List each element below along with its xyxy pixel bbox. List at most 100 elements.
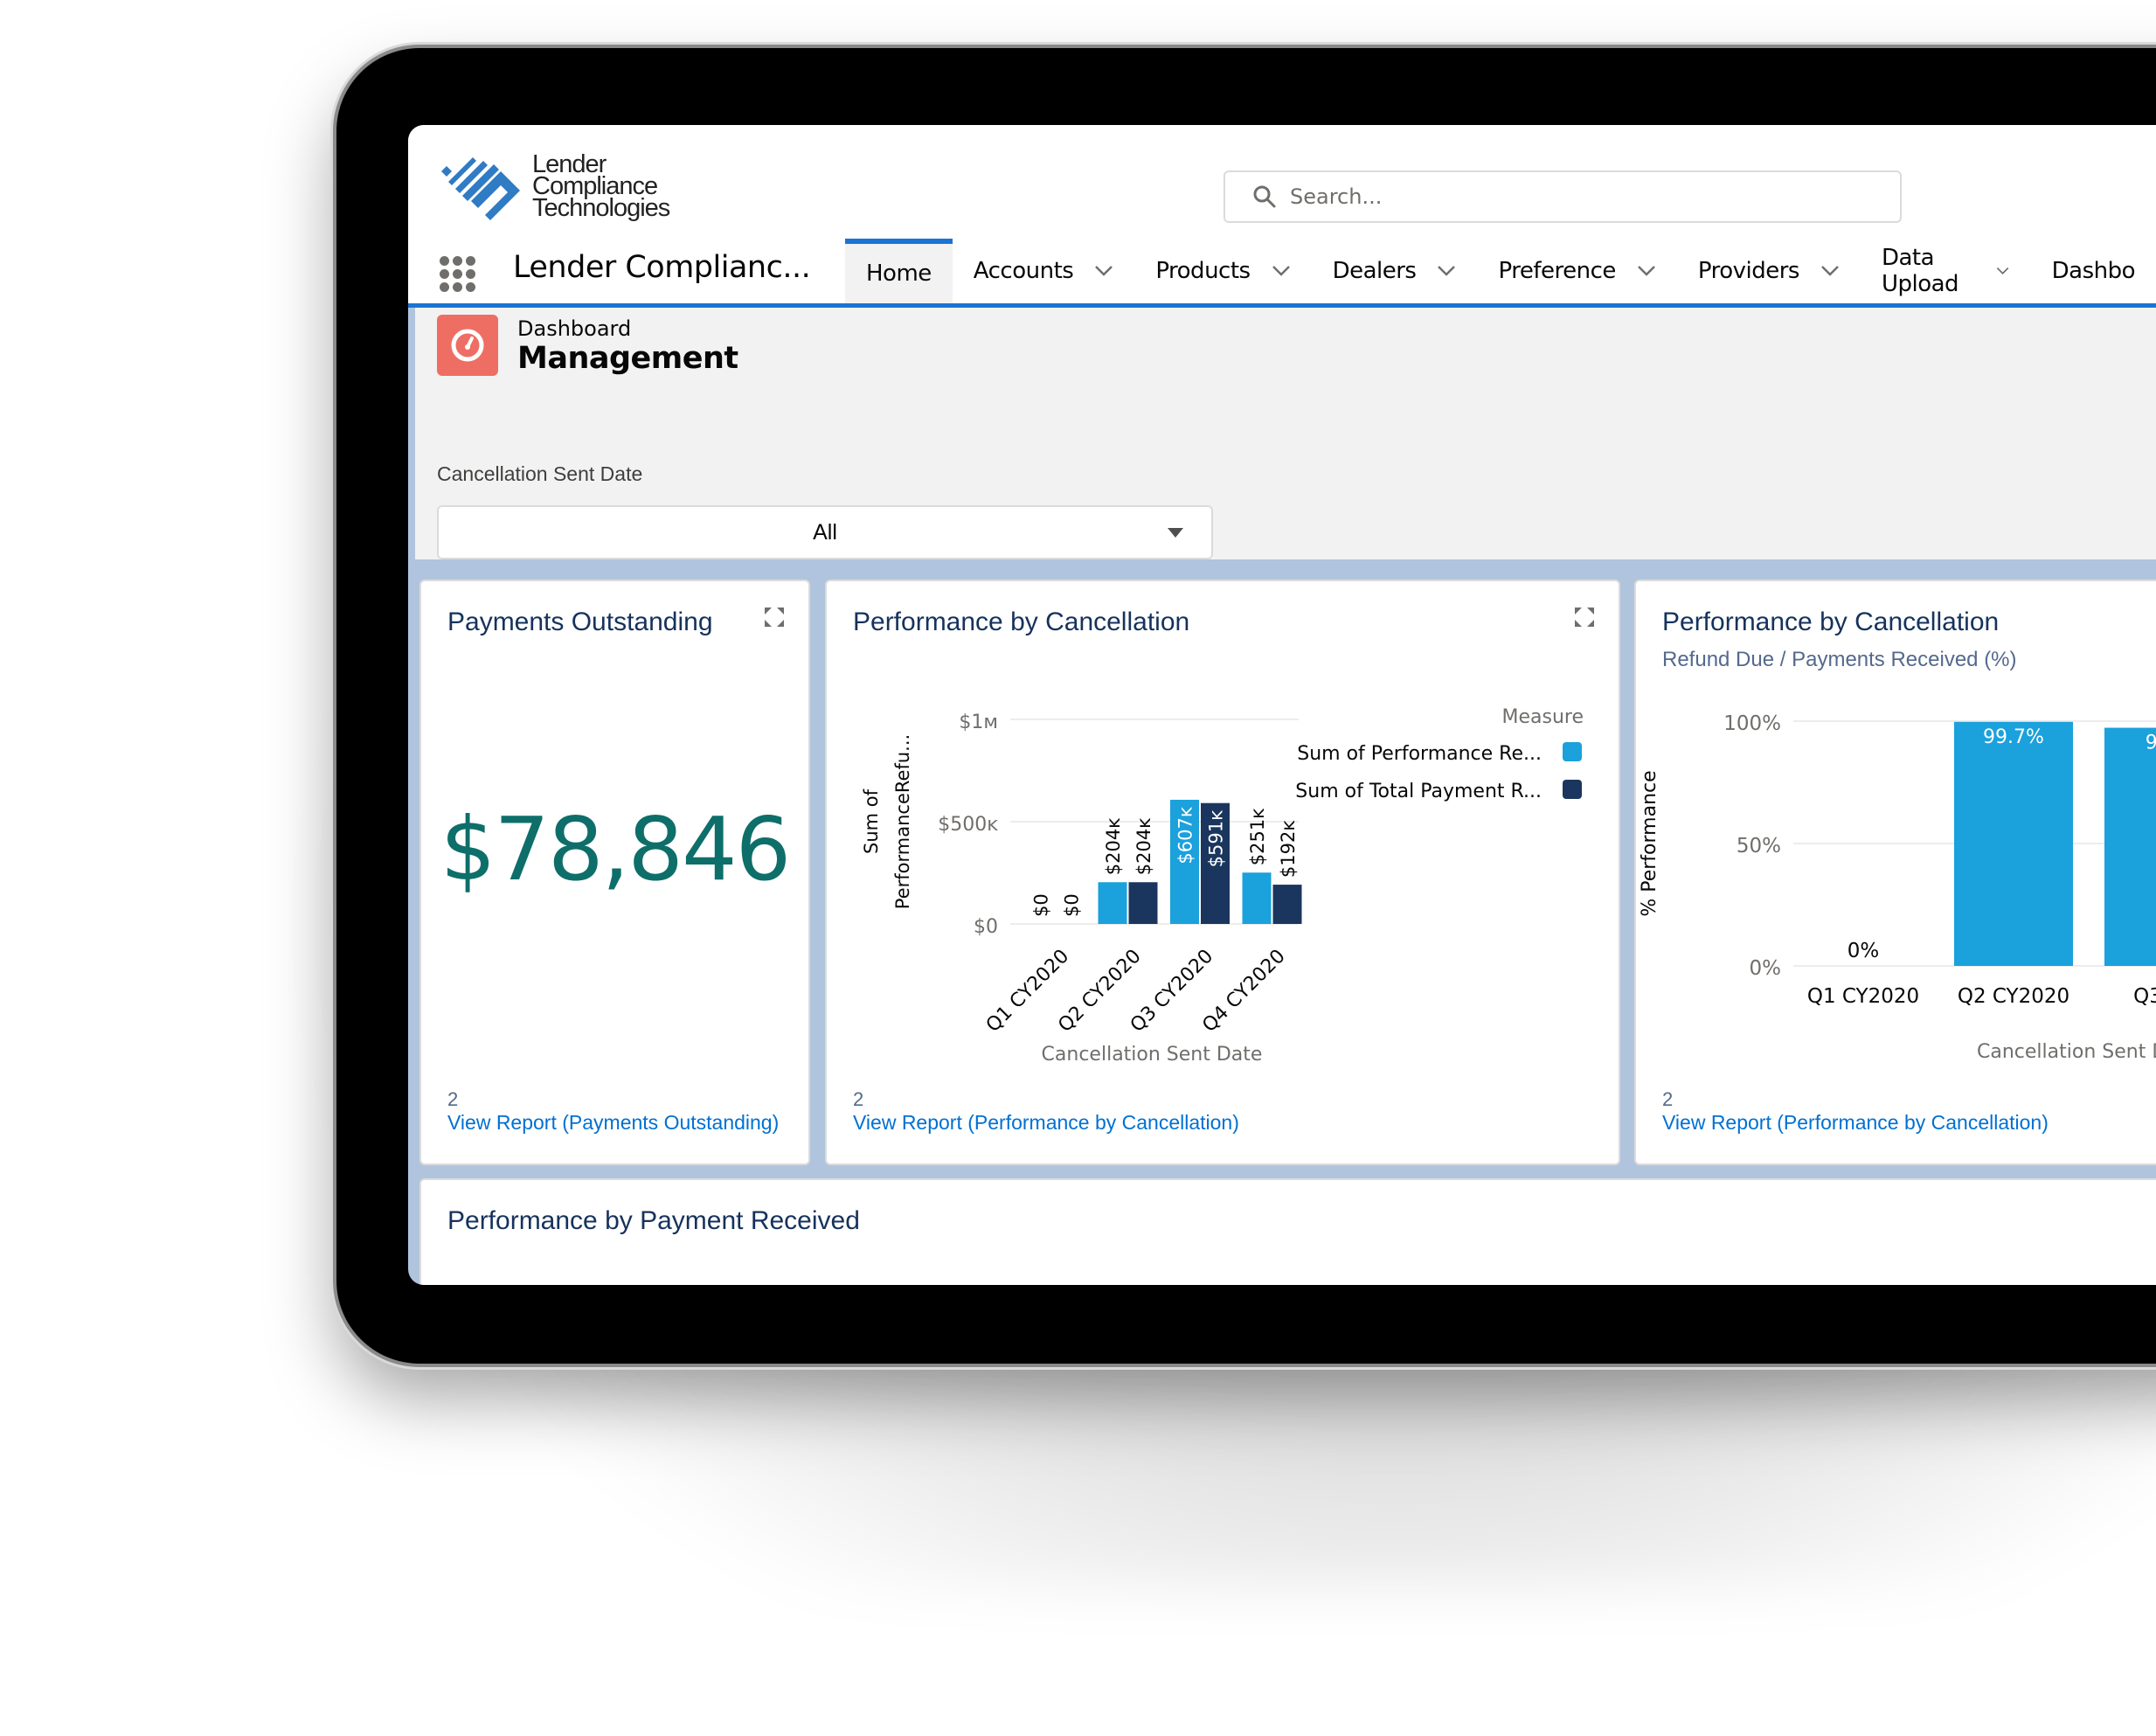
y-axis-label-line: PerformanceRefu... [892, 734, 913, 909]
dashboard-icon [437, 315, 498, 376]
nav-bar: Lender Complianc... Home Accounts Products… [408, 239, 2156, 303]
nav-tab-label: Preference [1498, 258, 1616, 284]
caret-down-icon [1168, 528, 1183, 538]
logo-line: Technologies [532, 193, 670, 222]
nav-tab-home[interactable]: Home [845, 239, 953, 303]
data-label: $204ᴋ [1103, 817, 1124, 875]
performance-by-payment-card: Performance by Payment Received [419, 1178, 2156, 1285]
chevron-down-icon[interactable] [1272, 265, 1291, 277]
dashboard-title: Management [517, 341, 738, 376]
bar [1272, 885, 1302, 924]
view-report-link[interactable]: View Report (Performance by Cancellation… [853, 1111, 1239, 1135]
gauge-icon [451, 329, 484, 362]
card-title: Performance by Cancellation [853, 608, 1190, 636]
nav-tab-label: Dashbo [2051, 258, 2136, 284]
y-tick-label: $1ᴍ [959, 712, 998, 733]
chevron-down-icon[interactable] [1820, 265, 1840, 277]
view-report-link[interactable]: View Report (Performance by Cancellation… [1662, 1111, 2049, 1135]
data-label: $0 [1031, 893, 1052, 917]
y-tick-label: 100% [1723, 712, 1781, 735]
app-screen: Lender Compliance Technologies Lender Co… [408, 125, 2156, 1285]
grouped-bar-chart: $0$500ᴋ$1ᴍSum of PerformanceRefu... $0 $0Q1… [861, 706, 1584, 1066]
cancellation-date-filter[interactable]: All [437, 505, 1213, 559]
legend-swatch [1563, 742, 1582, 761]
chevron-down-icon[interactable] [1094, 265, 1113, 277]
payments-outstanding-card: Payments Outstanding $78,846 2 View Repo… [419, 580, 810, 1165]
data-label: $0 [1062, 893, 1083, 917]
data-label: 0% [1848, 940, 1880, 962]
x-tick-label: Q1 CY2020 [1807, 985, 1919, 1008]
bar [1954, 721, 2073, 966]
data-label: 99.7% [1983, 726, 2044, 748]
nav-tab-label: Providers [1697, 258, 1800, 284]
expand-icon[interactable] [1575, 608, 1594, 627]
bar [1128, 882, 1158, 924]
data-label: $192ᴋ [1278, 820, 1299, 878]
company-logo: Lender Compliance Technologies [440, 147, 670, 226]
nav-tab-providers[interactable]: Providers [1677, 239, 1861, 303]
data-label: $251ᴋ [1247, 808, 1268, 865]
expand-icon[interactable] [765, 608, 784, 627]
data-label: $591ᴋ [1206, 809, 1227, 867]
y-axis-label-line: Sum of [861, 788, 882, 854]
nav-tabs: Home Accounts Products Dealers Preference Pro… [845, 239, 2156, 303]
nav-tab-label: Dealers [1332, 258, 1417, 284]
filter-label: Cancellation Sent Date [437, 462, 643, 485]
app-launcher-icon[interactable] [440, 256, 476, 293]
chevron-down-icon[interactable] [1437, 265, 1456, 277]
nav-tab-accounts[interactable]: Accounts [953, 239, 1135, 303]
nav-tab-label: Data Upload [1881, 245, 1959, 297]
global-header: Lender Compliance Technologies Lender Co… [408, 125, 2156, 303]
nav-tab-dealers[interactable]: Dealers [1312, 239, 1478, 303]
bar [1098, 882, 1127, 924]
dashboard-header: Dashboard Management Cancellation Sent D… [415, 308, 2156, 559]
metric-value: $78,846 [440, 798, 792, 900]
nav-tab-label: Accounts [973, 258, 1074, 284]
card-count: 2 [853, 1088, 864, 1110]
x-tick-label: Q2 CY2020 [1958, 985, 2069, 1008]
nav-tab-label: Home [866, 260, 932, 287]
x-axis-label: Cancellation Sent D [1977, 1041, 2156, 1063]
y-axis-label: % Performance [1639, 770, 1660, 916]
legend-label: Sum of Total Payment R... [1295, 781, 1542, 802]
y-tick-label: $0 [974, 916, 998, 938]
y-tick-label: 50% [1737, 835, 1781, 858]
y-axis-label: Sum of PerformanceRefu... [861, 734, 913, 909]
card-title: Performance by Payment Received [447, 1206, 860, 1235]
nav-tab-preference[interactable]: Preference [1477, 239, 1676, 303]
logo-stripes-icon [441, 157, 520, 220]
chevron-down-icon[interactable] [1637, 265, 1656, 277]
search-input[interactable] [1288, 184, 1816, 210]
search-icon [1253, 185, 1276, 208]
logo-text: Lender Compliance Technologies [532, 151, 670, 222]
bar [1242, 872, 1272, 924]
card-title: Payments Outstanding [447, 608, 713, 636]
card-title: Performance by Cancellation [1662, 608, 2000, 636]
data-label: 97.: [2146, 733, 2156, 754]
object-type-label: Dashboard [517, 316, 632, 341]
y-tick-label: 0% [1750, 957, 1782, 980]
nav-tab-products[interactable]: Products [1134, 239, 1311, 303]
legend-title: Measure [1502, 706, 1584, 728]
global-search[interactable] [1224, 170, 1902, 223]
legend-label: Sum of Performance Re... [1297, 743, 1542, 765]
x-axis-label: Cancellation Sent Date [1042, 1044, 1263, 1066]
filter-value: All [813, 519, 837, 545]
legend-swatch [1563, 780, 1582, 799]
bar [2104, 727, 2156, 966]
view-report-link[interactable]: View Report (Payments Outstanding) [447, 1111, 784, 1135]
data-label: $607ᴋ [1175, 806, 1196, 864]
card-subtitle: Refund Due / Payments Received (%) [1662, 648, 2017, 671]
nav-tab-data-upload[interactable]: Data Upload [1861, 239, 2031, 303]
x-tick-label: Q3 CY [2133, 985, 2156, 1008]
nav-tab-dashbo[interactable]: Dashbo [2031, 239, 2156, 303]
chevron-down-icon[interactable] [1996, 265, 2009, 277]
nav-tab-label: Products [1155, 258, 1251, 284]
card-count: 2 [447, 1088, 459, 1110]
y-tick-label: $500ᴋ [938, 814, 998, 836]
data-label: $204ᴋ [1133, 817, 1154, 875]
percent-bar-chart: 0% 50% 100% % Performance 0% Q1 CY2020 99.7% Q2… [1639, 712, 2156, 1063]
performance-by-cancellation-card: Performance by Cancellation $0 $500ᴋ $1ᴍ Su… [825, 580, 1620, 1165]
card-count: 2 [1662, 1088, 1674, 1110]
app-name: Lender Complianc... [513, 250, 811, 285]
